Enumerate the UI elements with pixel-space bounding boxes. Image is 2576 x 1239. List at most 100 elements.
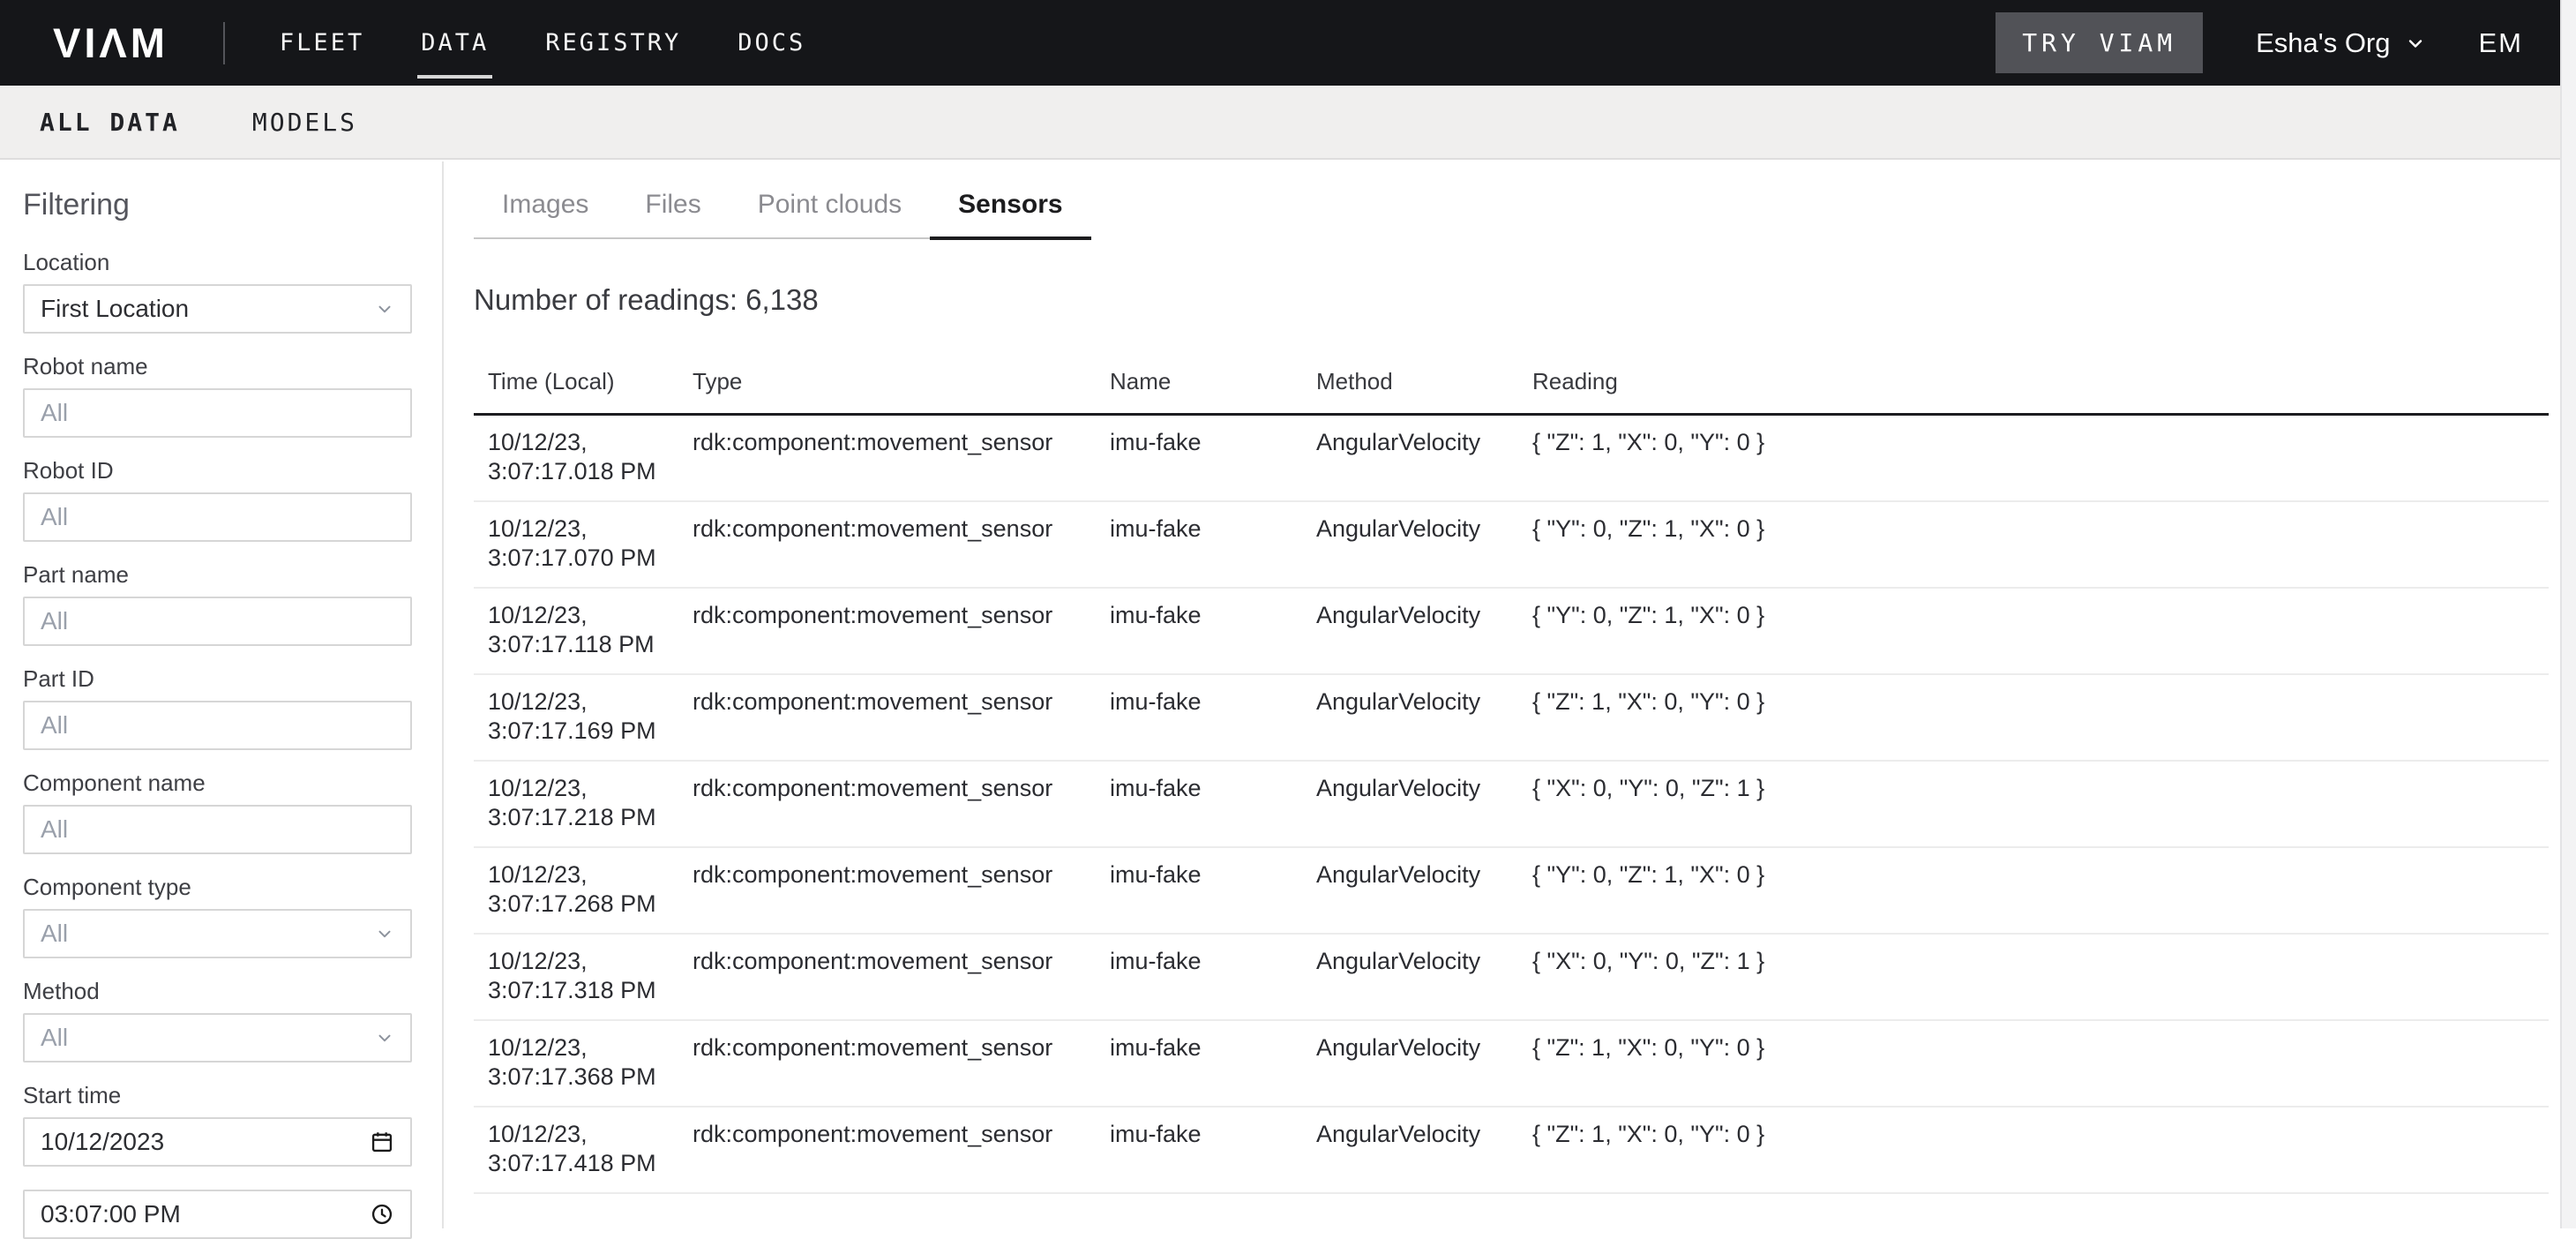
cell-name: imu-fake xyxy=(1110,588,1316,674)
chevron-down-icon xyxy=(375,1028,394,1048)
table-row: 10/12/23,3:07:17.368 PM rdk:component:mo… xyxy=(474,1020,2549,1107)
cell-type: rdk:component:movement_sensor xyxy=(693,674,1110,761)
nav-link-registry[interactable]: REGISTRY xyxy=(545,29,681,56)
vertical-scrollbar[interactable] xyxy=(2560,0,2576,1228)
method-select-value: All xyxy=(41,1024,68,1052)
cell-method: AngularVelocity xyxy=(1316,415,1532,502)
column-header-method: Method xyxy=(1316,368,1532,415)
start-time-label: Start time xyxy=(23,1082,412,1108)
cell-time: 10/12/23,3:07:17.070 PM xyxy=(474,501,693,588)
cell-time: 10/12/23,3:07:17.018 PM xyxy=(474,415,693,502)
data-type-tabs: Images Files Point clouds Sensors xyxy=(474,190,1091,239)
robot-name-input[interactable] xyxy=(23,388,412,438)
org-name: Esha's Org xyxy=(2256,27,2390,59)
sensor-readings-table: Time (Local) Type Name Method Reading 10… xyxy=(474,368,2549,1194)
robot-name-label: Robot name xyxy=(23,353,412,379)
cell-name: imu-fake xyxy=(1110,1107,1316,1193)
cell-reading: { "Y": 0, "Z": 1, "X": 0 } xyxy=(1532,501,2549,588)
field-robot-name: Robot name xyxy=(23,353,412,438)
location-select-value: First Location xyxy=(41,295,189,323)
cell-date-line: 10/12/23, xyxy=(488,687,693,717)
tab-files[interactable]: Files xyxy=(617,190,729,237)
nav-link-fleet[interactable]: FLEET xyxy=(280,29,364,56)
page-body: Filtering Location First Location Robot … xyxy=(0,161,2576,1228)
cell-date-line: 10/12/23, xyxy=(488,860,693,890)
robot-id-label: Robot ID xyxy=(23,457,412,484)
cell-reading: { "X": 0, "Y": 0, "Z": 1 } xyxy=(1532,761,2549,847)
tab-point-clouds[interactable]: Point clouds xyxy=(730,190,930,237)
part-id-label: Part ID xyxy=(23,665,412,692)
cell-time: 10/12/23,3:07:17.368 PM xyxy=(474,1020,693,1107)
cell-name: imu-fake xyxy=(1110,761,1316,847)
cell-time-line: 3:07:17.118 PM xyxy=(488,630,693,659)
table-header-row: Time (Local) Type Name Method Reading xyxy=(474,368,2549,415)
cell-method: AngularVelocity xyxy=(1316,501,1532,588)
start-date-value: 10/12/2023 xyxy=(41,1128,164,1156)
start-time-input[interactable]: 03:07:00 PM xyxy=(23,1190,412,1239)
cell-type: rdk:component:movement_sensor xyxy=(693,501,1110,588)
cell-reading: { "X": 0, "Y": 0, "Z": 1 } xyxy=(1532,934,2549,1020)
cell-type: rdk:component:movement_sensor xyxy=(693,588,1110,674)
nav-link-docs[interactable]: DOCS xyxy=(738,29,805,56)
cell-date-line: 10/12/23, xyxy=(488,514,693,544)
top-nav-right: TRY VIAM Esha's Org EM xyxy=(1996,12,2537,73)
cell-method: AngularVelocity xyxy=(1316,1020,1532,1107)
field-part-name: Part name xyxy=(23,561,412,646)
table-row: 10/12/23,3:07:17.318 PM rdk:component:mo… xyxy=(474,934,2549,1020)
field-robot-id: Robot ID xyxy=(23,457,412,542)
filter-sidebar: Filtering Location First Location Robot … xyxy=(0,161,444,1228)
subnav-item-models[interactable]: MODELS xyxy=(252,108,357,137)
part-name-input[interactable] xyxy=(23,597,412,646)
cell-time-line: 3:07:17.169 PM xyxy=(488,717,693,746)
org-switcher[interactable]: Esha's Org xyxy=(2256,27,2425,59)
component-name-input[interactable] xyxy=(23,805,412,854)
cell-time: 10/12/23,3:07:17.169 PM xyxy=(474,674,693,761)
robot-id-input[interactable] xyxy=(23,492,412,542)
table-row: 10/12/23,3:07:17.268 PM rdk:component:mo… xyxy=(474,847,2549,934)
readings-count: Number of readings: 6,138 xyxy=(474,283,2576,317)
cell-reading: { "Y": 0, "Z": 1, "X": 0 } xyxy=(1532,588,2549,674)
cell-method: AngularVelocity xyxy=(1316,934,1532,1020)
calendar-icon[interactable] xyxy=(370,1130,394,1154)
component-type-label: Component type xyxy=(23,874,412,900)
tab-images[interactable]: Images xyxy=(474,190,617,237)
cell-date-line: 10/12/23, xyxy=(488,1120,693,1149)
cell-type: rdk:component:movement_sensor xyxy=(693,934,1110,1020)
column-header-time: Time (Local) xyxy=(474,368,693,415)
clock-icon[interactable] xyxy=(370,1202,394,1227)
component-name-label: Component name xyxy=(23,770,412,796)
try-viam-button[interactable]: TRY VIAM xyxy=(1996,12,2203,73)
table-row: 10/12/23,3:07:17.218 PM rdk:component:mo… xyxy=(474,761,2549,847)
chevron-down-icon xyxy=(2405,33,2426,54)
cell-method: AngularVelocity xyxy=(1316,1107,1532,1193)
viam-logo[interactable]: VIΛM xyxy=(53,19,168,67)
main-content: Images Files Point clouds Sensors Number… xyxy=(444,161,2576,1228)
table-row: 10/12/23,3:07:17.070 PM rdk:component:mo… xyxy=(474,501,2549,588)
component-type-select-value: All xyxy=(41,920,68,948)
cell-type: rdk:component:movement_sensor xyxy=(693,847,1110,934)
user-initials[interactable]: EM xyxy=(2479,27,2524,59)
cell-type: rdk:component:movement_sensor xyxy=(693,1107,1110,1193)
cell-time: 10/12/23,3:07:17.268 PM xyxy=(474,847,693,934)
nav-divider xyxy=(223,22,225,64)
location-label: Location xyxy=(23,249,412,275)
location-select[interactable]: First Location xyxy=(23,284,412,334)
sub-nav: ALL DATA MODELS xyxy=(0,86,2576,160)
cell-name: imu-fake xyxy=(1110,415,1316,502)
part-name-label: Part name xyxy=(23,561,412,588)
cell-name: imu-fake xyxy=(1110,934,1316,1020)
subnav-item-all-data[interactable]: ALL DATA xyxy=(40,108,180,137)
cell-reading: { "Z": 1, "X": 0, "Y": 0 } xyxy=(1532,1020,2549,1107)
nav-link-data[interactable]: DATA xyxy=(421,29,489,56)
nav-links: FLEET DATA REGISTRY DOCS xyxy=(280,29,805,56)
tab-sensors[interactable]: Sensors xyxy=(930,190,1090,240)
field-start-time: Start time 10/12/2023 03:07:00 PM xyxy=(23,1082,412,1239)
cell-method: AngularVelocity xyxy=(1316,588,1532,674)
part-id-input[interactable] xyxy=(23,701,412,750)
column-header-name: Name xyxy=(1110,368,1316,415)
method-select[interactable]: All xyxy=(23,1013,412,1063)
table-row: 10/12/23,3:07:17.118 PM rdk:component:mo… xyxy=(474,588,2549,674)
start-date-input[interactable]: 10/12/2023 xyxy=(23,1117,412,1167)
cell-time: 10/12/23,3:07:17.318 PM xyxy=(474,934,693,1020)
component-type-select[interactable]: All xyxy=(23,909,412,958)
